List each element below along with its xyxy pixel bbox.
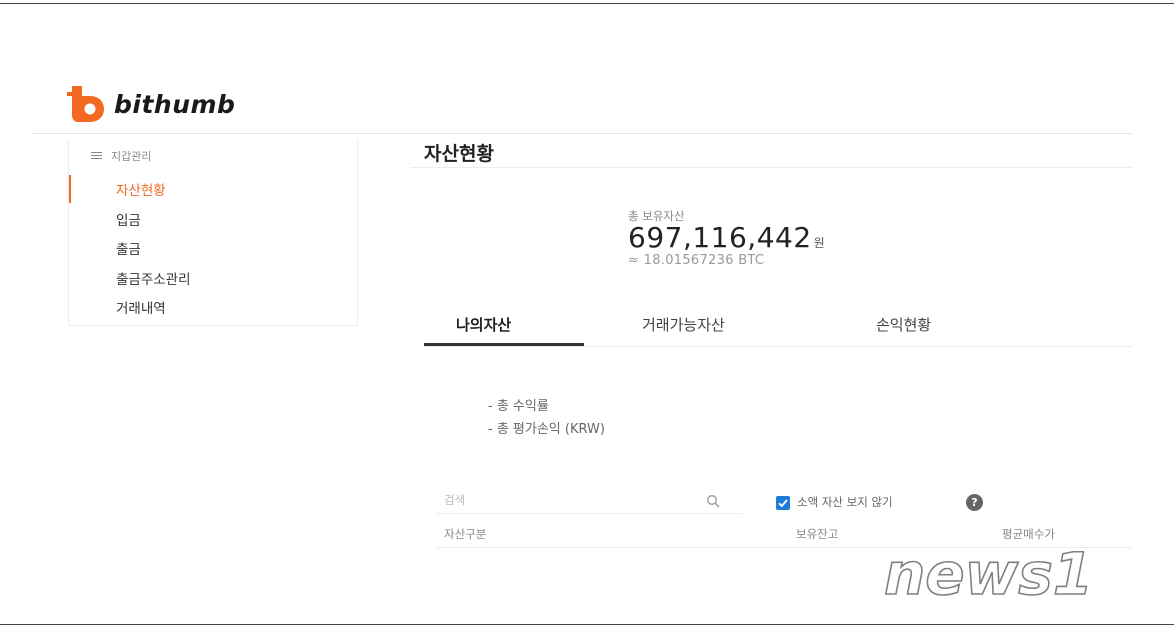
sidebar-active-indicator xyxy=(69,175,71,203)
tab-my-assets[interactable]: 나의자산 xyxy=(456,314,511,335)
sidebar-item-history[interactable]: 거래내역 xyxy=(116,297,166,317)
frame-top-border xyxy=(0,3,1174,4)
help-icon[interactable]: ? xyxy=(966,494,983,511)
sidebar-item-assets[interactable]: 자산현황 xyxy=(116,179,166,199)
total-assets-btc: ≈ 18.01567236 BTC xyxy=(628,253,765,268)
title-divider xyxy=(410,167,1132,168)
tab-profit-loss[interactable]: 손익현황 xyxy=(876,314,931,335)
frame-bottom-border xyxy=(0,624,1174,625)
search-icon[interactable] xyxy=(706,494,720,508)
sidebar-header-label: 지갑관리 xyxy=(111,150,152,163)
sidebar-header: 지갑관리 xyxy=(91,148,151,164)
header-divider xyxy=(32,133,1132,134)
watermark-text: news1 xyxy=(884,540,1093,608)
total-assets-unit: 원 xyxy=(813,236,825,250)
sidebar-item-withdraw[interactable]: 출금 xyxy=(116,238,141,258)
news1-watermark: news1 xyxy=(883,539,1094,609)
bithumb-logo-icon xyxy=(67,86,104,122)
tab-tradable-assets[interactable]: 거래가능자산 xyxy=(642,314,725,335)
total-valuation-pnl: - 총 평가손익 (KRW) xyxy=(488,422,605,437)
column-balance: 보유잔고 xyxy=(796,527,839,541)
sidebar: 지갑관리 자산현황 입금 출금 출금주소관리 거래내역 xyxy=(68,140,358,326)
asset-search xyxy=(436,489,742,514)
bithumb-logo[interactable]: bithumb xyxy=(66,84,235,124)
column-asset-type: 자산구분 xyxy=(444,527,487,541)
menu-icon xyxy=(91,152,102,160)
hide-small-assets-checkbox[interactable] xyxy=(776,496,790,510)
sidebar-item-deposit[interactable]: 입금 xyxy=(116,209,141,229)
total-assets-amount: 697,116,442 원 xyxy=(628,221,825,254)
asset-tabs: 나의자산 거래가능자산 손익현황 xyxy=(424,306,1132,347)
sidebar-item-withdraw-address[interactable]: 출금주소관리 xyxy=(116,268,191,288)
total-return-rate: - 총 수익률 xyxy=(488,399,549,414)
total-assets-value: 697,116,442 xyxy=(628,221,812,254)
active-tab-underline xyxy=(424,343,584,346)
brand-name: bithumb xyxy=(114,89,236,119)
check-icon xyxy=(778,499,788,508)
search-input[interactable] xyxy=(436,489,704,511)
page-title: 자산현황 xyxy=(424,143,494,165)
hide-small-assets-label[interactable]: 소액 자산 보지 않기 xyxy=(797,494,893,510)
